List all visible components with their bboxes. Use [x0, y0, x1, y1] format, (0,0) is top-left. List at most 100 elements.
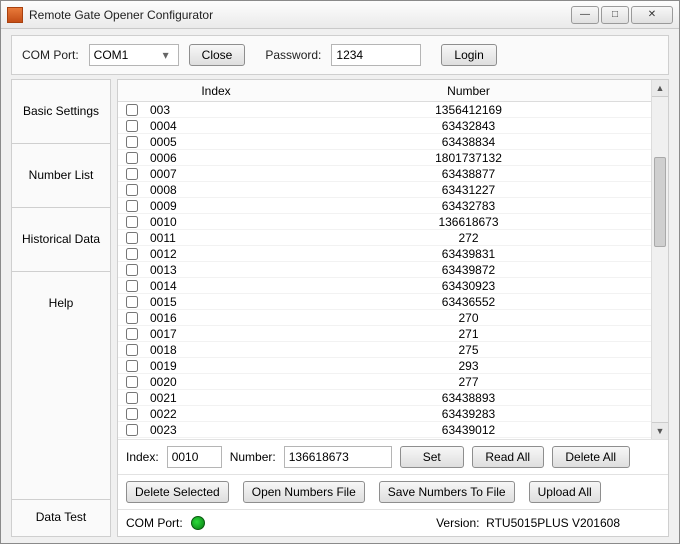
row-number: 63439872 [286, 263, 651, 277]
close-port-button[interactable]: Close [189, 44, 246, 66]
row-number: 136618673 [286, 215, 651, 229]
app-icon [7, 7, 23, 23]
login-button[interactable]: Login [441, 44, 496, 66]
row-checkbox[interactable] [126, 120, 138, 132]
row-index: 0007 [146, 167, 286, 181]
table-row[interactable]: 001563436552 [118, 294, 651, 310]
row-checkbox[interactable] [126, 264, 138, 276]
table-row[interactable]: 000763438877 [118, 166, 651, 182]
row-checkbox[interactable] [126, 328, 138, 340]
table-row[interactable]: 0011272 [118, 230, 651, 246]
table-row[interactable]: 002263439283 [118, 406, 651, 422]
main-area: Basic Settings Number List Historical Da… [11, 79, 669, 537]
table-row[interactable]: 001263439831 [118, 246, 651, 262]
row-checkbox[interactable] [126, 360, 138, 372]
row-number: 63431227 [286, 183, 651, 197]
table-row[interactable]: 001363439872 [118, 262, 651, 278]
upload-all-button[interactable]: Upload All [529, 481, 601, 503]
table-row[interactable]: 0016270 [118, 310, 651, 326]
row-checkbox[interactable] [126, 344, 138, 356]
table-row[interactable]: 0018275 [118, 342, 651, 358]
tab-basic-settings[interactable]: Basic Settings [11, 79, 111, 143]
connection-bar: COM Port: COM1 ▾ Close Password: Login [11, 35, 669, 75]
row-checkbox[interactable] [126, 104, 138, 116]
numbers-grid: Index Number 003135641216900046343284300… [118, 80, 651, 439]
titlebar: Remote Gate Opener Configurator — □ ✕ [1, 1, 679, 29]
com-port-select[interactable]: COM1 ▾ [89, 44, 179, 66]
com-port-label: COM Port: [22, 48, 79, 62]
save-numbers-file-button[interactable]: Save Numbers To File [379, 481, 515, 503]
row-checkbox[interactable] [126, 168, 138, 180]
delete-selected-button[interactable]: Delete Selected [126, 481, 229, 503]
set-button[interactable]: Set [400, 446, 464, 468]
row-index: 003 [146, 103, 286, 117]
table-row[interactable]: 0017271 [118, 326, 651, 342]
maximize-button[interactable]: □ [601, 6, 629, 24]
minimize-button[interactable]: — [571, 6, 599, 24]
col-index[interactable]: Index [146, 84, 286, 98]
row-checkbox[interactable] [126, 296, 138, 308]
edit-row: Index: Number: Set Read All Delete All [118, 440, 668, 475]
row-number: 63438834 [286, 135, 651, 149]
table-row[interactable]: 002163438893 [118, 390, 651, 406]
edit-index-input[interactable] [167, 446, 222, 468]
row-checkbox[interactable] [126, 136, 138, 148]
scroll-track[interactable] [652, 97, 668, 422]
table-row[interactable]: 0019293 [118, 358, 651, 374]
row-number: 271 [286, 327, 651, 341]
table-row[interactable]: 000963432783 [118, 198, 651, 214]
row-checkbox[interactable] [126, 200, 138, 212]
row-number: 63439012 [286, 423, 651, 437]
table-row[interactable]: 0031356412169 [118, 102, 651, 118]
row-checkbox[interactable] [126, 312, 138, 324]
row-checkbox[interactable] [126, 408, 138, 420]
row-index: 0019 [146, 359, 286, 373]
row-checkbox[interactable] [126, 376, 138, 388]
close-window-button[interactable]: ✕ [631, 6, 673, 24]
tab-data-test[interactable]: Data Test [11, 499, 111, 537]
row-index: 0021 [146, 391, 286, 405]
row-index: 0015 [146, 295, 286, 309]
com-port-value: COM1 [94, 48, 158, 62]
scroll-up-arrow-icon[interactable]: ▲ [652, 80, 668, 97]
row-checkbox[interactable] [126, 216, 138, 228]
row-index: 0016 [146, 311, 286, 325]
table-row[interactable]: 0020277 [118, 374, 651, 390]
row-checkbox[interactable] [126, 280, 138, 292]
table-row[interactable]: 00061801737132 [118, 150, 651, 166]
com-status-led-icon [191, 516, 205, 530]
tab-number-list[interactable]: Number List [11, 143, 111, 207]
open-numbers-file-button[interactable]: Open Numbers File [243, 481, 365, 503]
edit-number-input[interactable] [284, 446, 392, 468]
row-number: 63438893 [286, 391, 651, 405]
row-index: 0009 [146, 199, 286, 213]
table-row[interactable]: 000463432843 [118, 118, 651, 134]
row-index: 0013 [146, 263, 286, 277]
table-row[interactable]: 002363439012 [118, 422, 651, 438]
row-number: 63436552 [286, 295, 651, 309]
row-checkbox[interactable] [126, 184, 138, 196]
row-checkbox[interactable] [126, 152, 138, 164]
row-checkbox[interactable] [126, 424, 138, 436]
vertical-scrollbar[interactable]: ▲ ▼ [651, 80, 668, 439]
table-row[interactable]: 001463430923 [118, 278, 651, 294]
table-row[interactable]: 000563438834 [118, 134, 651, 150]
row-checkbox[interactable] [126, 232, 138, 244]
row-number: 1801737132 [286, 151, 651, 165]
scroll-down-arrow-icon[interactable]: ▼ [652, 422, 668, 439]
tab-help[interactable]: Help [11, 271, 111, 335]
tab-historical-data[interactable]: Historical Data [11, 207, 111, 271]
row-checkbox[interactable] [126, 248, 138, 260]
password-input[interactable] [331, 44, 421, 66]
row-checkbox[interactable] [126, 392, 138, 404]
read-all-button[interactable]: Read All [472, 446, 544, 468]
scroll-thumb[interactable] [654, 157, 666, 247]
row-number: 277 [286, 375, 651, 389]
status-row: COM Port: Version: RTU5015PLUS V201608 [118, 510, 668, 536]
table-row[interactable]: 000863431227 [118, 182, 651, 198]
col-number[interactable]: Number [286, 84, 651, 98]
window-title: Remote Gate Opener Configurator [29, 8, 571, 22]
table-row[interactable]: 0010136618673 [118, 214, 651, 230]
delete-all-button[interactable]: Delete All [552, 446, 630, 468]
content-panel: Index Number 003135641216900046343284300… [117, 79, 669, 537]
